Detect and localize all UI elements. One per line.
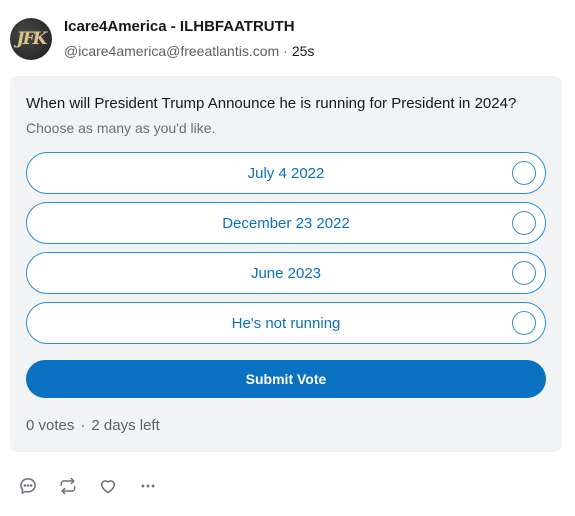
checkbox-circle-icon[interactable]	[512, 161, 536, 185]
checkbox-circle-icon[interactable]	[512, 261, 536, 285]
avatar-logo: JFK	[16, 29, 48, 49]
display-name[interactable]: Icare4America - ILHBFAATRUTH	[64, 17, 314, 37]
submit-vote-label: Submit Vote	[245, 371, 327, 387]
poll-meta: 0 votes · 2 days left	[26, 416, 160, 436]
reply-icon[interactable]	[16, 474, 40, 498]
checkbox-circle-icon[interactable]	[512, 311, 536, 335]
vote-count: 0 votes	[26, 417, 75, 434]
post-actions	[16, 474, 176, 498]
time-left: 2 days left	[91, 417, 160, 434]
submit-vote-button[interactable]: Submit Vote	[26, 360, 546, 398]
handle-row: @icare4america@freeatlantis.com · 25s	[64, 41, 314, 61]
avatar[interactable]: JFK	[10, 18, 52, 60]
more-icon[interactable]	[136, 474, 160, 498]
handle[interactable]: @icare4america@freeatlantis.com	[64, 43, 279, 59]
repost-icon[interactable]	[56, 474, 80, 498]
poll-option-label: December 23 2022	[222, 214, 350, 232]
checkbox-circle-icon[interactable]	[512, 211, 536, 235]
poll-option[interactable]: December 23 2022	[26, 202, 546, 244]
poll-question: When will President Trump Announce he is…	[26, 95, 517, 112]
poll-option[interactable]: June 2023	[26, 252, 546, 294]
post-header: JFK Icare4America - ILHBFAATRUTH @icare4…	[10, 14, 314, 64]
poll-option-label: He's not running	[231, 314, 341, 332]
post-time[interactable]: 25s	[292, 43, 315, 59]
poll-option[interactable]: He's not running	[26, 302, 546, 344]
poll-options: July 4 2022 December 23 2022 June 2023 H…	[26, 152, 546, 352]
poll-option[interactable]: July 4 2022	[26, 152, 546, 194]
poll-option-label: July 4 2022	[247, 164, 325, 182]
poll-option-label: June 2023	[250, 264, 322, 282]
meta-separator: ·	[80, 417, 86, 434]
like-icon[interactable]	[96, 474, 120, 498]
handle-separator: ·	[283, 43, 288, 59]
poll-card: When will President Trump Announce he is…	[10, 76, 562, 452]
author-info: Icare4America - ILHBFAATRUTH @icare4amer…	[64, 17, 314, 61]
poll-hint: Choose as many as you'd like.	[26, 120, 216, 136]
